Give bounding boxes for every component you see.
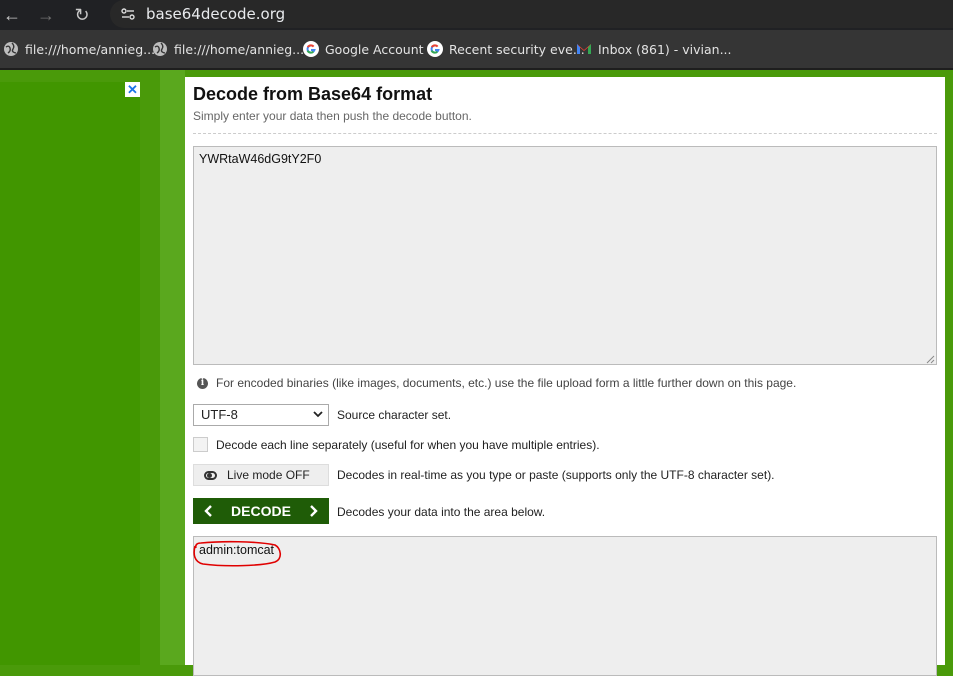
encoded-input-textarea[interactable]: YWRtaW46dG9tY2F0: [193, 146, 937, 365]
bookmark-item[interactable]: file:///home/annieg...: [152, 39, 304, 59]
globe-icon: [4, 42, 18, 56]
main-panel: Decode from Base64 format Simply enter y…: [185, 77, 945, 676]
reload-icon[interactable]: ↻: [70, 3, 94, 27]
globe-icon: [153, 42, 167, 56]
bookmark-label: Inbox (861) - vivian...: [598, 41, 732, 57]
back-icon[interactable]: ←: [0, 3, 24, 27]
bookmarks-bar: file:///home/annieg... file:///home/anni…: [0, 30, 953, 68]
gmail-icon: [577, 44, 591, 54]
bookmark-item[interactable]: Inbox (861) - vivian...: [576, 39, 732, 59]
chevron-left-icon: [204, 505, 212, 517]
site-info-icon[interactable]: [120, 6, 136, 22]
decode-button-label: DECODE: [231, 503, 291, 519]
resize-handle-icon[interactable]: [926, 355, 935, 364]
page-background-right: [945, 70, 953, 665]
live-mode-description: Decodes in real-time as you type or past…: [337, 468, 775, 482]
charset-selected-value: UTF-8: [201, 407, 238, 422]
google-icon: [427, 41, 443, 57]
decode-lines-checkbox[interactable]: [193, 437, 208, 452]
bookmark-label: file:///home/annieg...: [174, 41, 305, 57]
forward-icon[interactable]: →: [34, 3, 58, 27]
decode-lines-label: Decode each line separately (useful for …: [216, 438, 600, 452]
chevron-right-icon: [310, 505, 318, 517]
page-title: Decode from Base64 format: [193, 84, 433, 104]
info-icon: i: [197, 377, 208, 389]
bookmark-label: Recent security eve...: [449, 41, 585, 57]
live-mode-label: Live mode OFF: [227, 468, 310, 482]
divider: [193, 133, 937, 134]
decode-button[interactable]: DECODE: [193, 498, 329, 524]
decode-description: Decodes your data into the area below.: [337, 505, 546, 519]
page-subtitle: Simply enter your data then push the dec…: [193, 109, 472, 123]
browser-toolbar: ← → ↻ base64decode.org: [0, 0, 953, 30]
ad-close-icon[interactable]: ✕: [125, 82, 140, 97]
charset-select[interactable]: UTF-8: [193, 404, 329, 426]
toggle-icon: [204, 470, 217, 480]
info-note-text: For encoded binaries (like images, docum…: [216, 376, 797, 390]
red-circle-annotation: [193, 540, 282, 567]
url-text: base64decode.org: [146, 5, 286, 23]
bookmark-label: file:///home/annieg...: [25, 41, 156, 57]
bookmark-item[interactable]: Recent security eve...: [427, 39, 585, 59]
bookmark-item[interactable]: file:///home/annieg...: [3, 39, 155, 59]
bookmark-label: Google Account: [325, 41, 424, 57]
address-bar[interactable]: base64decode.org: [110, 0, 953, 28]
info-note: i For encoded binaries (like images, doc…: [197, 376, 796, 390]
chevron-down-icon: [313, 411, 323, 418]
google-icon: [303, 41, 319, 57]
live-mode-button[interactable]: Live mode OFF: [193, 464, 329, 486]
bookmark-item[interactable]: Google Account: [303, 39, 424, 59]
page-background-pattern: [160, 70, 185, 665]
decoded-output-textarea[interactable]: admin:tomcat: [193, 536, 937, 676]
charset-label: Source character set.: [337, 408, 452, 422]
ad-banner[interactable]: [0, 82, 140, 665]
